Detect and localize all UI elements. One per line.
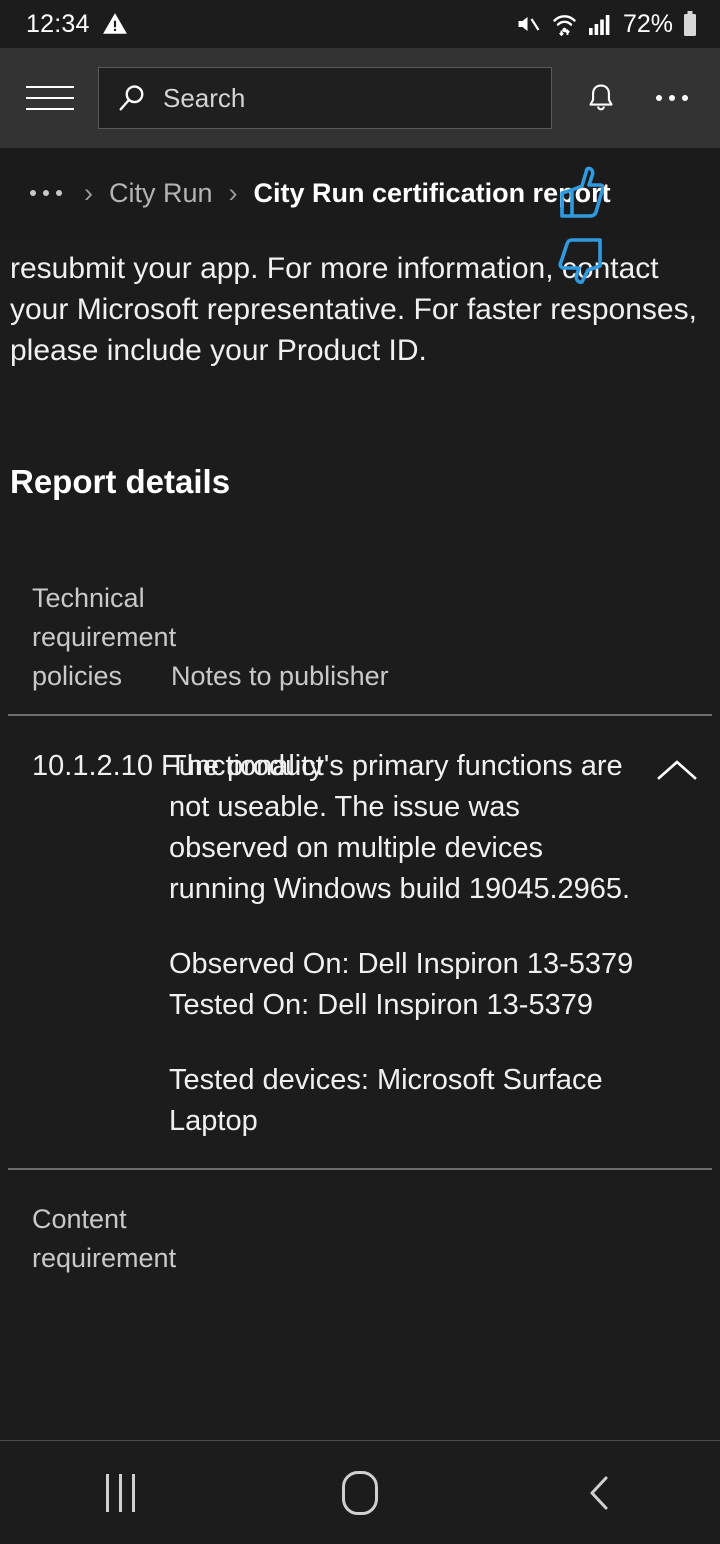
breadcrumb-separator: ›: [228, 177, 238, 208]
note-devices: Observed On: Dell Inspiron 13-5379 Teste…: [169, 948, 634, 1021]
table-row[interactable]: Content requirement: [8, 1170, 712, 1278]
app-bar: Search: [0, 48, 720, 148]
search-placeholder: Search: [163, 82, 246, 113]
cell-policy-id: Content requirement: [8, 1200, 177, 1278]
bell-icon[interactable]: [578, 75, 624, 121]
cellular-signal-icon: [588, 12, 612, 36]
breadcrumb-separator: ›: [84, 177, 93, 208]
cell-notes: The product's primary functions are not …: [163, 746, 642, 1142]
status-bar-clock: 12:34: [26, 9, 90, 38]
breadcrumb: › City Run › City Run certification repo…: [0, 148, 720, 238]
intro-paragraph: resubmit your app. For more information,…: [10, 252, 697, 367]
page-title: Report details: [10, 463, 231, 500]
status-bar-right: 72%: [514, 10, 698, 39]
recent-apps-icon[interactable]: [60, 1458, 180, 1528]
chevron-up-icon[interactable]: [642, 746, 712, 1142]
column-header-notes: Notes to publisher: [171, 661, 389, 691]
mute-icon: [514, 12, 541, 36]
more-options-icon[interactable]: [646, 75, 698, 121]
table-header-row: Technical requirement policies Notes to …: [8, 579, 712, 714]
table-row[interactable]: 10.1.2.10 Functionality The product's pr…: [8, 716, 712, 1168]
hamburger-menu-icon[interactable]: [26, 77, 74, 119]
back-icon[interactable]: [540, 1458, 660, 1528]
home-icon[interactable]: [300, 1458, 420, 1528]
page-content: resubmit your app. For more information,…: [0, 238, 720, 1440]
breadcrumb-item-current: City Run certification report: [253, 177, 611, 208]
warning-triangle-icon: [102, 11, 128, 37]
status-bar-left: 12:34: [26, 10, 128, 39]
android-nav-bar: [0, 1440, 720, 1544]
report-details-table: Technical requirement policies Notes to …: [8, 579, 712, 1278]
cell-toggle[interactable]: [642, 1200, 712, 1278]
breadcrumb-overflow-icon[interactable]: [24, 190, 68, 196]
note-paragraph: The product's primary functions are not …: [169, 750, 631, 905]
cell-notes: [163, 1200, 642, 1278]
policy-label: 10.1.2.10 Functionality: [32, 750, 324, 782]
wifi-icon: [550, 12, 579, 36]
note-tested-devices: Tested devices: Microsoft Surface Laptop: [169, 1064, 603, 1137]
battery-percent-label: 72%: [622, 9, 673, 38]
cell-policy-id: 10.1.2.10 Functionality: [8, 746, 324, 1142]
policy-label: Content requirement: [32, 1204, 177, 1273]
status-bar: 12:34 72%: [0, 0, 720, 48]
column-header-policies: Technical requirement policies: [32, 583, 177, 691]
search-icon: [117, 83, 147, 113]
breadcrumb-item-city-run[interactable]: City Run: [109, 178, 213, 209]
search-input[interactable]: Search: [98, 67, 552, 129]
battery-icon: [682, 11, 698, 37]
